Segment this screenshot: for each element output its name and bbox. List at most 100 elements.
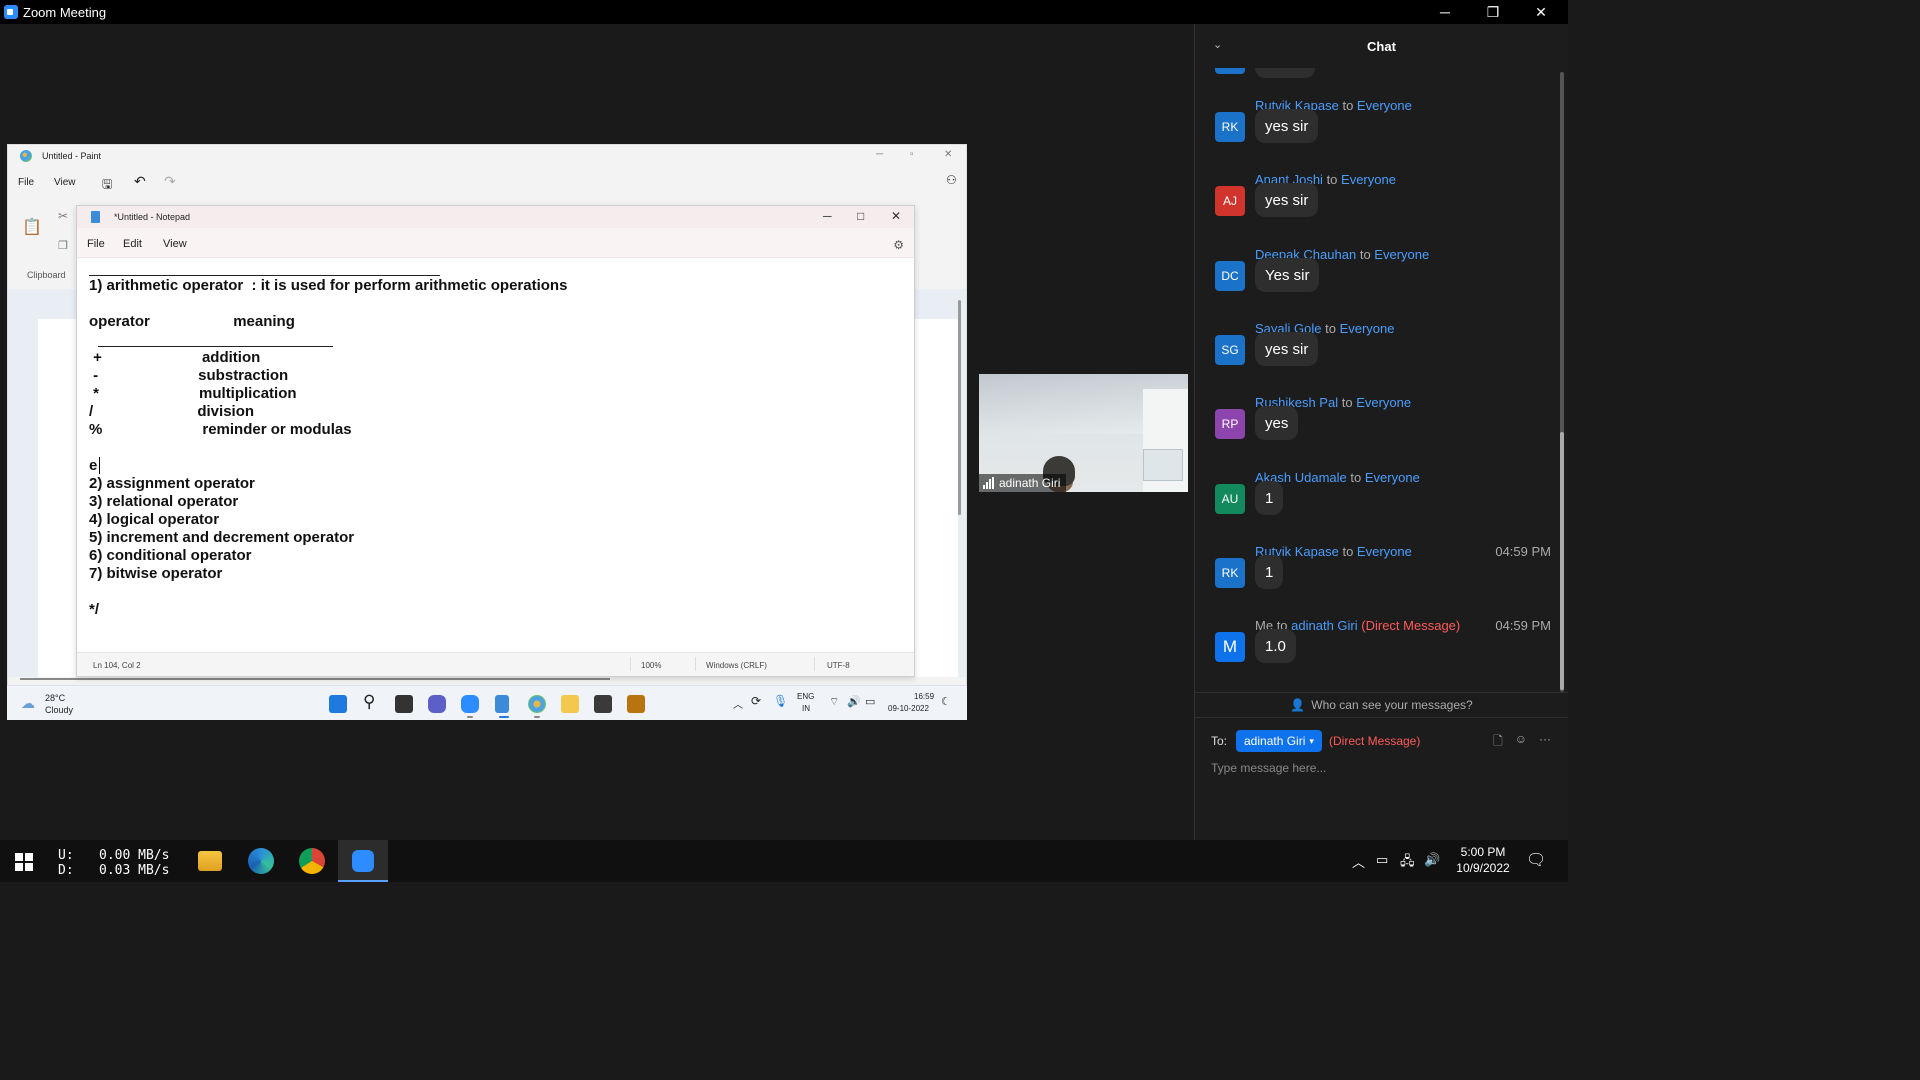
avatar: RK [1215, 558, 1245, 588]
paint-icon[interactable] [528, 695, 546, 713]
text-line: 3) relational operator [89, 493, 239, 510]
cut-icon[interactable]: ✂ [58, 209, 68, 223]
recipient-dropdown[interactable]: adinath Giri ▾ [1236, 730, 1322, 752]
notepad-minimize-button[interactable]: ─ [823, 209, 832, 223]
text-line: / division [89, 403, 255, 420]
avatar: RK [1215, 112, 1245, 142]
chevron-up-icon[interactable]: ︿ [1352, 852, 1365, 871]
network-icon[interactable]: 🖧 [1400, 852, 1415, 874]
paint-minimize-button[interactable]: ─ [876, 149, 883, 160]
chevron-up-icon[interactable]: ︿ [733, 696, 743, 711]
message-to-word: to [1325, 321, 1336, 336]
notepad-icon[interactable] [495, 695, 509, 713]
message-bubble: yes sir [1255, 183, 1319, 217]
file-explorer-icon[interactable] [561, 695, 579, 713]
save-icon[interactable]: 🖫 [102, 175, 112, 196]
message-recipient[interactable]: Everyone [1357, 98, 1412, 113]
participant-video[interactable]: adinath Giri [979, 374, 1188, 492]
message-recipient[interactable]: Everyone [1365, 470, 1420, 485]
volume-icon[interactable]: 🔊 [1424, 852, 1440, 868]
region[interactable]: IN [802, 704, 810, 713]
redo-icon[interactable]: ↷ [164, 173, 176, 190]
message-recipient[interactable]: Everyone [1374, 247, 1429, 262]
avatar: AU [1215, 484, 1245, 514]
close-button[interactable]: ✕ [1518, 0, 1564, 24]
app-icon[interactable] [627, 695, 645, 713]
start-icon[interactable] [329, 695, 347, 713]
paint-maximize-button[interactable]: ▫ [910, 149, 914, 160]
teams-chat-icon[interactable] [428, 695, 446, 713]
undo-icon[interactable]: ↶ [134, 173, 146, 190]
microphone-icon: 🎙 [773, 694, 789, 708]
paint-close-button[interactable]: ✕ [944, 149, 952, 160]
notepad-menu-file[interactable]: File [87, 238, 105, 250]
message-to-word: to [1341, 395, 1353, 410]
paint-titlebar: Untitled - Paint ─ ▫ ✕ [8, 145, 966, 167]
notification-center-icon[interactable]: 🗨 [1526, 850, 1546, 870]
language[interactable]: ENG [797, 692, 814, 701]
battery-icon[interactable]: ▭ [865, 695, 875, 708]
notepad-close-button[interactable]: ✕ [891, 209, 901, 223]
battery-icon[interactable]: ▭ [1376, 852, 1388, 868]
message-recipient[interactable]: Everyone [1341, 172, 1396, 187]
emoji-icon[interactable]: ☺ [1515, 732, 1527, 753]
message-recipient[interactable]: Everyone [1340, 321, 1395, 336]
minimize-button[interactable]: ─ [1422, 0, 1468, 24]
chrome-icon[interactable] [299, 848, 325, 874]
text-line: 7) bitwise operator [89, 565, 223, 582]
text-underline [89, 275, 440, 276]
message-recipient[interactable]: Everyone [1356, 395, 1411, 410]
notepad-maximize-button[interactable]: □ [857, 209, 864, 223]
notepad-menu-edit[interactable]: Edit [123, 238, 142, 250]
download-label: D: [58, 863, 74, 878]
window-title: Zoom Meeting [23, 4, 107, 20]
maximize-button[interactable]: ❐ [1470, 0, 1516, 24]
avatar: DC [1215, 261, 1245, 291]
clock-time: 5:00 PM [1460, 845, 1506, 859]
taskbar-clock[interactable]: 5:00 PM 10/9/2022 [1448, 844, 1518, 876]
message-recipient[interactable]: Everyone [1357, 544, 1412, 559]
net-speed-values: 0.00 MB/s 0.03 MB/s [99, 848, 169, 878]
volume-icon[interactable]: 🔊 [847, 695, 861, 708]
text-line: * multiplication [89, 385, 297, 402]
paste-icon[interactable]: 📋 [22, 217, 42, 237]
text-cursor [99, 457, 100, 474]
chat-scroll-thumb[interactable] [1560, 432, 1564, 690]
message-to-word: to [1326, 172, 1338, 187]
search-icon[interactable]: ⚲ [363, 692, 375, 712]
message-recipient[interactable]: adinath Giri [1291, 618, 1357, 633]
zoom-icon[interactable] [352, 850, 374, 872]
participant-label: adinath Giri [979, 474, 1067, 492]
share-icon[interactable]: ⚇ [946, 173, 957, 187]
copy-icon[interactable]: ❐ [58, 239, 68, 252]
more-icon[interactable]: ··· [1539, 732, 1551, 753]
zoom-icon[interactable] [461, 695, 479, 713]
task-view-icon[interactable] [395, 695, 413, 713]
paint-scrollbar[interactable] [958, 300, 961, 515]
avatar: M [1215, 632, 1245, 662]
paint-horizontal-scrollbar[interactable] [20, 678, 610, 680]
windows-start-icon[interactable] [15, 853, 33, 871]
message-input[interactable]: Type message here... [1211, 761, 1326, 775]
file-explorer-icon[interactable] [198, 851, 222, 871]
video-background [1143, 449, 1183, 481]
settings-gear-icon[interactable]: ⚙ [893, 238, 904, 252]
notepad-text-area[interactable]: 1) arithmetic operator : it is used for … [77, 258, 914, 654]
chat-scrollbar[interactable] [1560, 72, 1564, 692]
text-line: % reminder or modulas [89, 421, 352, 438]
inner-date: 09-10-2022 [888, 704, 929, 713]
status-divider [630, 657, 631, 671]
status-divider [814, 657, 815, 671]
file-icon[interactable]: 🗋 [1493, 732, 1503, 753]
edge-icon[interactable] [248, 848, 274, 874]
who-can-see-link[interactable]: 👤 Who can see your messages? [1195, 692, 1568, 718]
notepad-menu-view[interactable]: View [163, 238, 187, 250]
wifi-icon[interactable]: ⌔ [829, 695, 839, 709]
camera-app-icon[interactable] [594, 695, 612, 713]
app-running-indicator [534, 716, 540, 718]
notification-icon[interactable]: ☾ [941, 695, 951, 708]
paint-menu-view[interactable]: View [54, 177, 76, 188]
paint-menu-file[interactable]: File [18, 177, 34, 188]
avatar: SG [1215, 335, 1245, 365]
paint-menubar: File View 🖫 ↶ ↷ ⚇ [8, 171, 966, 195]
